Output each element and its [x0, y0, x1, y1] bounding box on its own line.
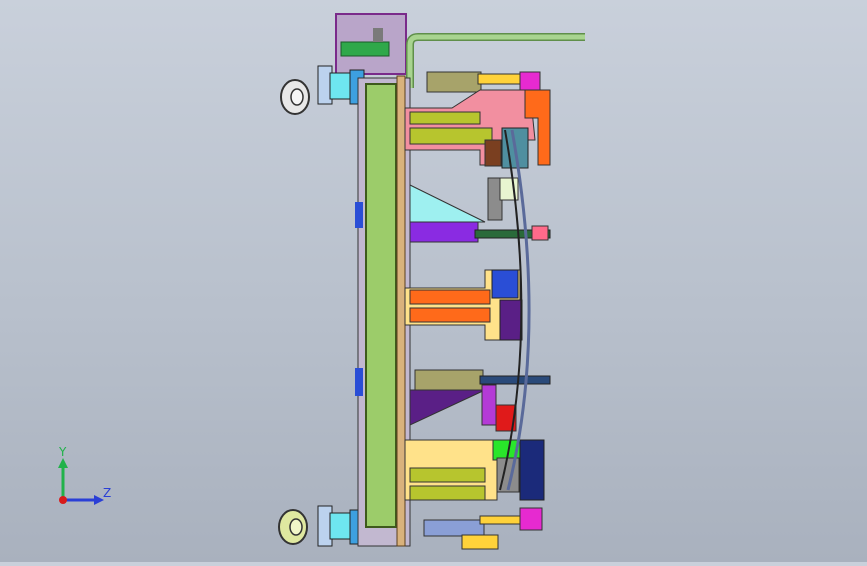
clamp-unit-3 — [404, 269, 523, 341]
main-frame-beam — [365, 83, 397, 528]
y-axis-arrowhead — [58, 458, 68, 468]
assembly-model[interactable]: Y Z — [0, 0, 867, 562]
frame-clamp-lower — [355, 368, 363, 396]
cad-viewport[interactable]: Y Z — [0, 0, 867, 562]
coordinate-triad: Y Z — [58, 445, 111, 505]
frame-clamp-upper — [355, 202, 363, 228]
z-axis-label: Z — [103, 486, 111, 500]
top-fitting — [373, 28, 383, 42]
top-motor — [340, 41, 390, 57]
y-axis-label: Y — [58, 445, 67, 459]
clamp-unit-2 — [409, 177, 551, 243]
clamp-unit-5 — [404, 439, 545, 550]
caster-wheel-top — [280, 65, 365, 115]
clamp-unit-4 — [409, 369, 551, 432]
clamp-unit-1 — [404, 71, 551, 169]
caster-wheel-bottom — [278, 505, 365, 547]
base-rail — [396, 75, 406, 547]
triad-origin — [59, 496, 67, 504]
